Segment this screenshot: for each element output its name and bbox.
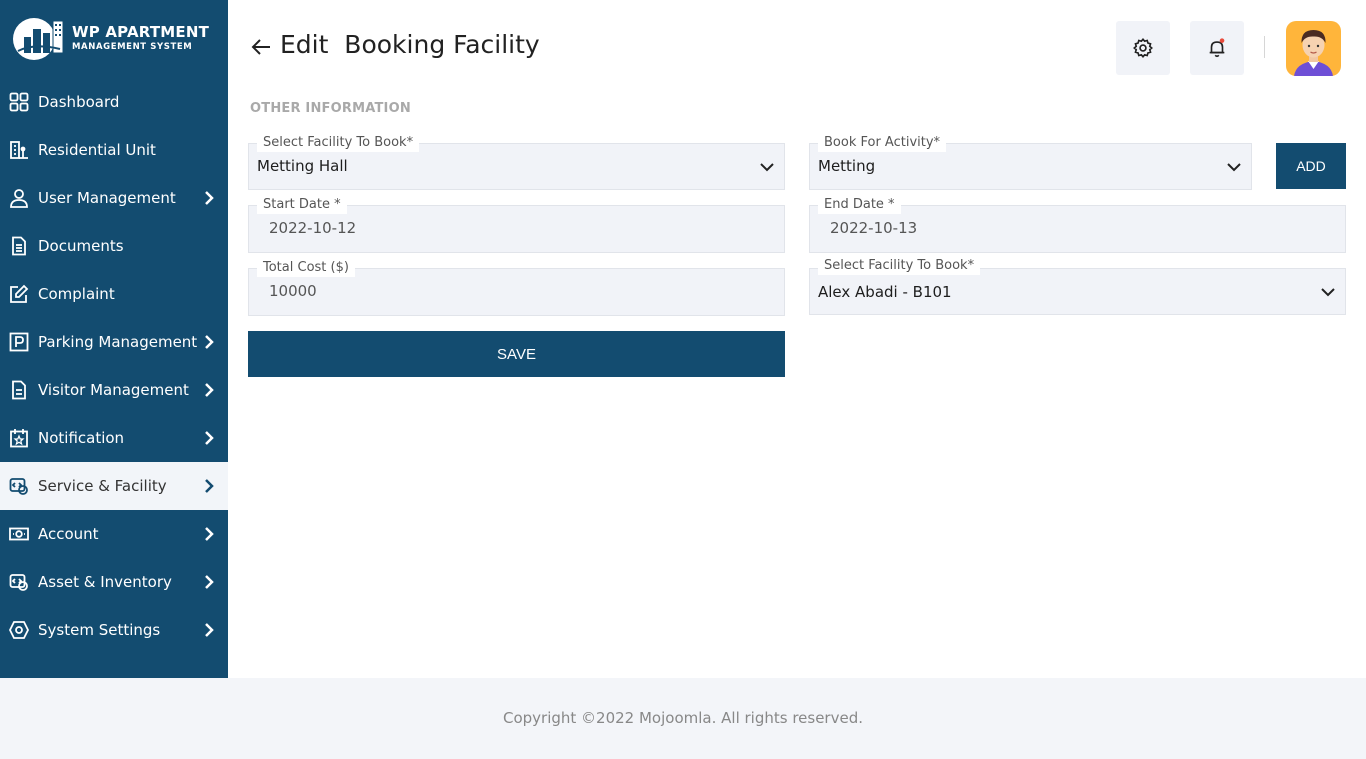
- logo-subtitle: MANAGEMENT SYSTEM: [72, 41, 193, 52]
- member-select-label: Select Facility To Book*: [818, 257, 981, 275]
- money-icon: [8, 523, 30, 545]
- sidebar-item-system-settings[interactable]: System Settings: [0, 606, 228, 654]
- total-cost-field[interactable]: Total Cost ($) 10000: [248, 259, 785, 316]
- user-icon: [8, 187, 30, 209]
- asset-icon: [8, 571, 30, 593]
- sidebar-item-account[interactable]: Account: [0, 510, 228, 558]
- member-select[interactable]: Select Facility To Book* Alex Abadi - B1…: [809, 257, 1346, 315]
- logo-icon: [10, 15, 68, 61]
- page-title: Edit Booking Facility: [280, 30, 540, 59]
- total-cost-value: 10000: [269, 282, 317, 300]
- facility-select[interactable]: Select Facility To Book* Metting Hall: [248, 134, 785, 190]
- chevron-right-icon: [205, 431, 214, 445]
- sidebar-item-label: System Settings: [38, 621, 161, 639]
- start-date-label: Start Date *: [257, 196, 347, 214]
- chevron-down-icon: [1227, 163, 1241, 172]
- start-date-value: 2022-10-12: [269, 219, 357, 237]
- sidebar-nav: Dashboard Residential Unit User Manageme…: [0, 78, 228, 654]
- activity-select[interactable]: Book For Activity* Metting: [809, 134, 1252, 190]
- chevron-right-icon: [205, 191, 214, 205]
- logo-title: WP APARTMENT: [72, 22, 210, 41]
- calendar-star-icon: [8, 427, 30, 449]
- member-select-value: Alex Abadi - B101: [818, 283, 952, 301]
- gear-icon: [1133, 38, 1153, 58]
- parking-icon: [8, 331, 30, 353]
- section-title: OTHER INFORMATION: [250, 101, 411, 116]
- sidebar-item-dashboard[interactable]: Dashboard: [0, 78, 228, 126]
- document-icon: [8, 235, 30, 257]
- app-logo[interactable]: WP APARTMENT MANAGEMENT SYSTEM: [10, 14, 209, 62]
- facility-select-value: Metting Hall: [257, 157, 348, 175]
- sidebar-item-label: Account: [38, 525, 99, 543]
- sidebar-item-label: Visitor Management: [38, 381, 189, 399]
- sidebar-item-label: Documents: [38, 237, 124, 255]
- settings-eye-icon: [8, 619, 30, 641]
- chevron-right-icon: [205, 383, 214, 397]
- chevron-right-icon: [205, 623, 214, 637]
- sidebar-item-service-facility[interactable]: Service & Facility: [0, 462, 228, 510]
- activity-select-label: Book For Activity*: [818, 134, 947, 152]
- bell-icon: [1209, 38, 1225, 58]
- service-icon: [8, 475, 30, 497]
- facility-select-label: Select Facility To Book*: [257, 134, 420, 152]
- edit-icon: [8, 283, 30, 305]
- copyright-text: Copyright ©2022 Mojoomla. All rights res…: [502, 709, 863, 727]
- add-activity-button[interactable]: ADD: [1276, 143, 1346, 189]
- notification-button[interactable]: [1190, 21, 1244, 75]
- chevron-down-icon: [1321, 288, 1335, 297]
- chevron-right-icon: [205, 479, 214, 493]
- sidebar-item-label: Notification: [38, 429, 125, 447]
- sidebar-item-asset-inventory[interactable]: Asset & Inventory: [0, 558, 228, 606]
- sidebar-item-documents[interactable]: Documents: [0, 222, 228, 270]
- end-date-field[interactable]: End Date * 2022-10-13: [809, 196, 1346, 253]
- chevron-right-icon: [205, 527, 214, 541]
- chevron-right-icon: [205, 335, 214, 349]
- start-date-field[interactable]: Start Date * 2022-10-12: [248, 196, 785, 253]
- settings-button[interactable]: [1116, 21, 1170, 75]
- building-icon: [8, 139, 30, 161]
- sidebar-item-label: Dashboard: [38, 93, 120, 111]
- sidebar-item-label: Asset & Inventory: [38, 573, 172, 591]
- chevron-right-icon: [205, 575, 214, 589]
- sidebar-item-notification[interactable]: Notification: [0, 414, 228, 462]
- sidebar-item-label: Service & Facility: [38, 477, 167, 495]
- sidebar-item-label: User Management: [38, 189, 176, 207]
- chevron-down-icon: [760, 163, 774, 172]
- sidebar-item-residential-unit[interactable]: Residential Unit: [0, 126, 228, 174]
- total-cost-label: Total Cost ($): [257, 259, 355, 277]
- dashboard-icon: [8, 91, 30, 113]
- avatar[interactable]: [1286, 21, 1341, 76]
- back-arrow-icon[interactable]: [250, 36, 272, 58]
- sidebar-item-parking-management[interactable]: Parking Management: [0, 318, 228, 366]
- activity-select-value: Metting: [818, 157, 876, 175]
- user-avatar-icon: [1294, 30, 1333, 76]
- sidebar-item-label: Parking Management: [38, 333, 198, 351]
- sidebar-item-user-management[interactable]: User Management: [0, 174, 228, 222]
- sidebar-item-complaint[interactable]: Complaint: [0, 270, 228, 318]
- footer: Copyright ©2022 Mojoomla. All rights res…: [0, 678, 1366, 759]
- end-date-label: End Date *: [818, 196, 901, 214]
- end-date-value: 2022-10-13: [830, 219, 918, 237]
- sidebar: WP APARTMENT MANAGEMENT SYSTEM Dashboard…: [0, 0, 228, 678]
- file-list-icon: [8, 379, 30, 401]
- header-divider: [1264, 36, 1265, 58]
- sidebar-item-label: Complaint: [38, 285, 115, 303]
- sidebar-item-visitor-management[interactable]: Visitor Management: [0, 366, 228, 414]
- sidebar-item-label: Residential Unit: [38, 141, 156, 159]
- save-button[interactable]: SAVE: [248, 331, 785, 377]
